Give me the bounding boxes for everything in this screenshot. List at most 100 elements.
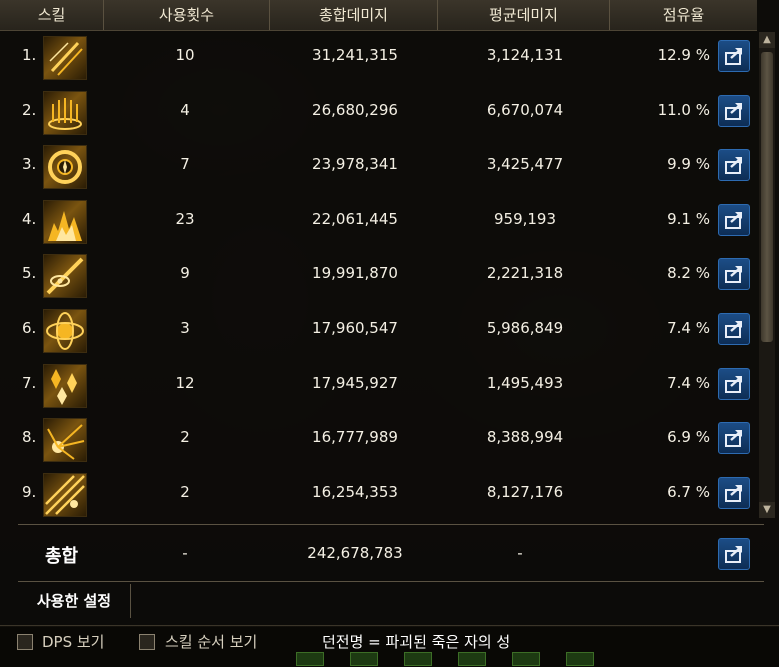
row-share-button[interactable]	[718, 40, 750, 72]
header-use-count: 사용횟수	[104, 0, 270, 30]
row-use-count: 12	[175, 373, 195, 392]
row-share-button[interactable]	[718, 367, 750, 400]
row-share: 6.9 %	[667, 428, 710, 447]
row-avg-damage: 3,425,477	[486, 155, 564, 174]
header-skill: 스킬	[0, 0, 104, 30]
header-avg-damage: 평균데미지	[438, 0, 610, 30]
share-export-icon	[725, 211, 742, 229]
table-header: 스킬 사용횟수 총합데미지 평균데미지 점유율	[0, 0, 757, 31]
skill-order-checkbox[interactable]	[139, 634, 155, 650]
row-share-button[interactable]	[718, 476, 750, 509]
golden-ring-skill-icon	[43, 145, 87, 190]
golden-eye-skill-icon	[43, 254, 87, 299]
row-avg-damage: 959,193	[493, 209, 557, 228]
table-row: 2. 4 26,680,296 6,670,074 11.0 %	[0, 87, 757, 141]
share-export-icon	[725, 102, 742, 120]
scroll-up-arrow-icon[interactable]: ▲	[759, 32, 775, 48]
table-row: 9. 2 16,254,353 8,127,176 6.7 %	[0, 469, 757, 523]
golden-orb-skill-icon	[43, 309, 87, 353]
row-rank: 3.	[22, 155, 37, 174]
row-share: 7.4 %	[667, 319, 710, 337]
totals-share-button[interactable]	[718, 538, 750, 570]
row-rank: 4.	[22, 209, 37, 228]
row-avg-damage: 1,495,493	[486, 373, 564, 392]
row-avg-damage: 8,127,176	[486, 482, 564, 501]
row-share: 11.0 %	[657, 100, 710, 119]
golden-rays-skill-icon	[43, 472, 87, 517]
table-row: 5. 9 19,991,870 2,221,318 8.2 %	[0, 250, 757, 304]
row-share: 7.4 %	[667, 373, 710, 392]
dps-checkbox[interactable]	[17, 634, 33, 650]
row-avg-damage: 3,124,131	[486, 46, 564, 64]
row-share-button[interactable]	[718, 422, 750, 455]
table-row: 6. 3 17,960,547 5,986,849 7.4 %	[0, 305, 757, 359]
table-row: 7. 12 17,945,927 1,495,493 7.4 %	[0, 360, 757, 414]
table-row: 8. 2 16,777,989 8,388,994 6.9 %	[0, 414, 757, 468]
row-use-count: 23	[175, 209, 195, 228]
row-avg-damage: 6,670,074	[486, 100, 564, 119]
skill-order-checkbox-label: 스킬 순서 보기	[165, 633, 258, 651]
row-total-damage: 17,960,547	[312, 319, 398, 337]
share-export-icon	[725, 375, 742, 393]
row-total-damage: 23,978,341	[312, 155, 398, 174]
row-total-damage: 16,777,989	[312, 428, 398, 447]
row-rank: 8.	[22, 428, 37, 447]
row-rank: 6.	[22, 319, 37, 337]
golden-flame-skill-icon	[43, 199, 87, 244]
row-total-damage: 16,254,353	[312, 482, 398, 501]
table-row: 4. 23 22,061,445 959,193 9.1 %	[0, 196, 757, 250]
row-share-button[interactable]	[718, 203, 750, 236]
row-avg-damage: 5,986,849	[486, 319, 564, 337]
row-share: 6.7 %	[667, 482, 710, 501]
totals-label: 총합	[45, 546, 79, 567]
totals-total-damage: 242,678,783	[307, 544, 403, 562]
share-export-icon	[725, 546, 742, 563]
share-export-icon	[725, 430, 742, 448]
row-rank: 9.	[22, 482, 37, 501]
share-export-icon	[725, 157, 742, 175]
header-total-damage: 총합데미지	[270, 0, 438, 30]
dps-checkbox-label: DPS 보기	[42, 633, 105, 651]
separator	[18, 581, 764, 582]
row-rank: 5.	[22, 264, 37, 283]
table-row: 1. 10 31,241,315 3,124,131 12.9 %	[0, 32, 757, 86]
row-share-button[interactable]	[718, 258, 750, 291]
row-share-button[interactable]	[718, 149, 750, 182]
scroll-down-arrow-icon[interactable]: ▼	[759, 502, 775, 518]
row-rank: 1.	[22, 46, 37, 64]
row-share-button[interactable]	[718, 313, 750, 345]
row-share: 8.2 %	[667, 264, 710, 283]
row-use-count: 2	[180, 428, 190, 447]
share-export-icon	[725, 266, 742, 284]
tab-used-settings[interactable]: 사용한 설정	[18, 584, 131, 618]
row-total-damage: 26,680,296	[312, 100, 398, 119]
table-row: 3. 7 23,978,341 3,425,477 9.9 %	[0, 141, 757, 195]
share-export-icon	[725, 48, 742, 65]
row-use-count: 2	[180, 482, 190, 501]
row-total-damage: 19,991,870	[312, 264, 398, 283]
row-rank: 7.	[22, 373, 37, 392]
row-use-count: 7	[180, 155, 190, 174]
golden-burst-skill-icon	[43, 418, 87, 463]
row-share: 12.9 %	[657, 46, 710, 64]
totals-avg-damage: -	[517, 544, 523, 562]
row-use-count: 9	[180, 264, 190, 283]
golden-slash-skill-icon	[43, 36, 87, 80]
share-export-icon	[725, 321, 742, 338]
scrollbar-thumb[interactable]	[761, 52, 773, 342]
totals-count: -	[182, 544, 188, 562]
party-level-bar	[404, 652, 432, 666]
party-level-bar	[458, 652, 486, 666]
separator	[18, 524, 764, 525]
damage-stats-window: 스킬 사용횟수 총합데미지 평균데미지 점유율 1. 10 31,241,315 3,…	[0, 0, 779, 626]
row-total-damage: 31,241,315	[312, 46, 398, 64]
row-share: 9.1 %	[667, 209, 710, 228]
row-share: 9.9 %	[667, 155, 710, 174]
party-level-bar	[566, 652, 594, 666]
row-use-count: 3	[180, 319, 190, 337]
row-share-button[interactable]	[718, 94, 750, 127]
row-total-damage: 17,945,927	[312, 373, 398, 392]
share-export-icon	[725, 484, 742, 502]
row-avg-damage: 2,221,318	[486, 264, 564, 283]
dungeon-name: 던전명 = 파괴된 죽은 자의 성	[322, 633, 511, 651]
